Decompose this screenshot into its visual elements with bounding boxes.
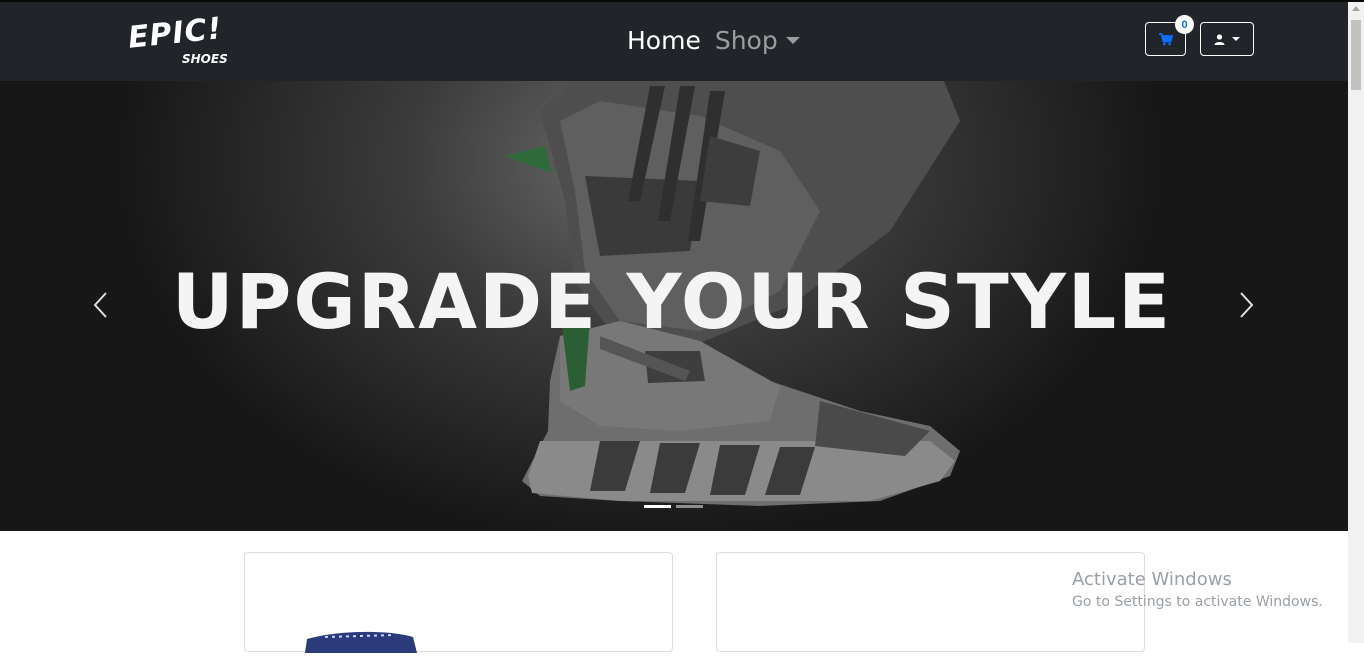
brand-tagline: SHOES <box>182 52 228 66</box>
nav-shop-dropdown[interactable]: Shop <box>715 26 800 55</box>
product-image <box>305 631 417 653</box>
hero-headline: UPGRADE YOUR STYLE <box>171 257 1173 346</box>
nav-shop-label: Shop <box>714 26 778 55</box>
brand-name: EPIC! <box>126 11 224 56</box>
nav-home-link[interactable]: Home <box>627 26 701 55</box>
windows-activation-watermark: Activate Windows Go to Settings to activ… <box>1072 569 1323 610</box>
watermark-title: Activate Windows <box>1072 569 1232 590</box>
user-menu-button[interactable] <box>1200 22 1254 56</box>
carousel-indicator-2[interactable] <box>676 505 703 508</box>
chevron-down-icon <box>785 37 800 44</box>
cart-icon <box>1158 32 1173 45</box>
chevron-down-icon <box>1232 37 1240 41</box>
user-icon <box>1214 33 1225 45</box>
page-scrollbar[interactable] <box>1348 2 1364 643</box>
carousel-indicators <box>644 505 703 508</box>
scrollbar-thumb[interactable] <box>1351 20 1361 90</box>
nav-links: Home Shop <box>627 26 800 55</box>
chevron-right-icon <box>1240 292 1254 318</box>
carousel-prev-button[interactable] <box>86 285 116 325</box>
hero-carousel: UPGRADE YOUR STYLE <box>0 81 1348 531</box>
carousel-next-button[interactable] <box>1231 285 1261 325</box>
carousel-indicator-1[interactable] <box>644 505 671 508</box>
scroll-up-arrow-icon[interactable] <box>1352 6 1360 11</box>
chevron-left-icon <box>93 292 107 318</box>
product-card[interactable] <box>244 552 673 653</box>
brand-logo[interactable]: EPIC! SHOES <box>126 11 228 72</box>
cart-count-badge: 0 <box>1175 15 1194 34</box>
watermark-subtitle: Go to Settings to activate Windows. <box>1072 594 1323 610</box>
navbar: EPIC! SHOES Home Shop 0 <box>0 2 1348 81</box>
